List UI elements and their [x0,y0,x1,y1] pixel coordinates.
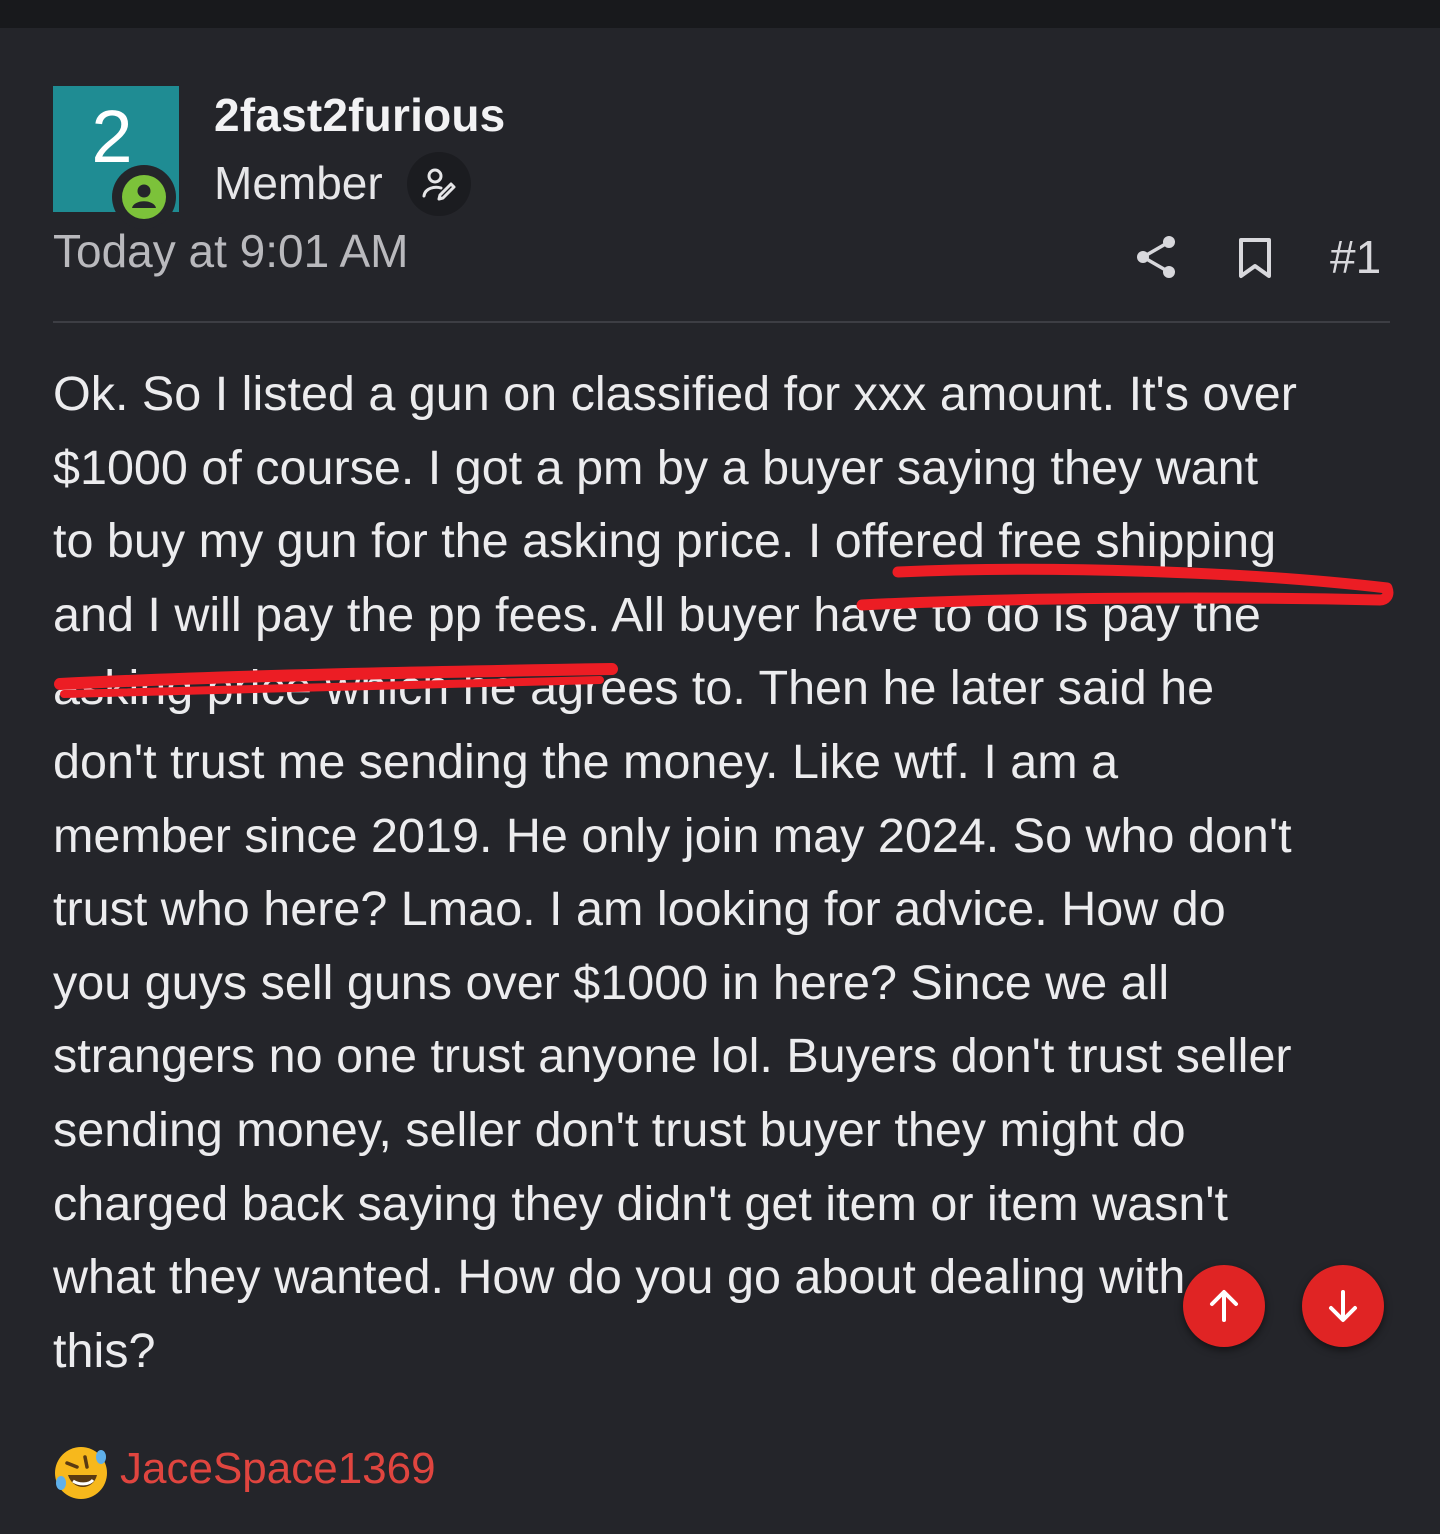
share-icon[interactable] [1134,233,1178,281]
post-body-line: $1000 of course. I got a pm by a buyer s… [53,440,1259,495]
post-number-link[interactable]: #1 [1330,230,1381,284]
post-body-line: charged back saying they didn't get item… [53,1176,1229,1231]
bookmark-icon[interactable] [1236,236,1274,280]
post-body-line: don't trust me sending the money. Like w… [53,734,1119,789]
post-body-line: sending money, seller don't trust buyer … [53,1102,1186,1157]
scroll-down-button[interactable] [1302,1265,1384,1347]
post-body-line: Ok. So I listed a gun on classified for … [53,367,1297,421]
post-body-line: strangers no one trust anyone lol. Buyer… [53,1029,1292,1084]
divider [53,321,1390,323]
laughing-emoji-icon[interactable] [53,1445,109,1501]
user-edit-icon [407,152,471,216]
online-status-icon [112,165,176,229]
post-body-line: trust who here? Lmao. I am looking for a… [53,882,1226,937]
post-body: Ok. So I listed a gun on classified for … [53,358,1398,1388]
arrow-up-icon [1210,1290,1238,1322]
scroll-up-button[interactable] [1183,1265,1265,1347]
username[interactable]: 2fast2furious [214,88,505,142]
reaction-username[interactable]: JaceSpace1369 [120,1444,436,1494]
status-bar [0,0,1440,28]
post-body-line: to buy my gun for the asking price. I of… [53,514,1277,569]
post-body-line: member since 2019. He only join may 2024… [53,808,1292,863]
post-timestamp[interactable]: Today at 9:01 AM [53,224,408,278]
post-body-line: asking price which he agrees to. Then he… [53,661,1215,716]
post-body-line: you guys sell guns over $1000 in here? S… [53,955,1170,1010]
arrow-down-icon [1329,1290,1357,1322]
avatar-letter: 2 [91,95,133,178]
post-body-line: and I will pay the pp fees. All buyer ha… [53,587,1261,642]
user-role: Member [214,157,383,209]
